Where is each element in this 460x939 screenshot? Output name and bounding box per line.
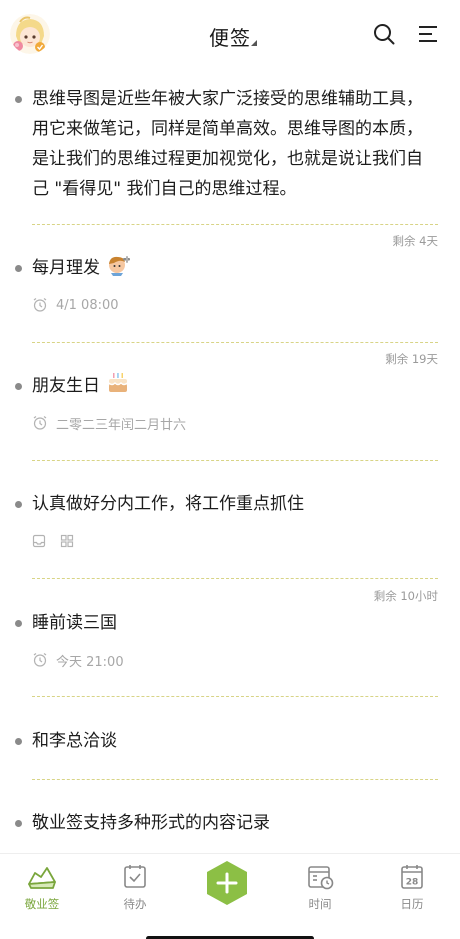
tab-todo[interactable]: 待办 — [100, 864, 170, 912]
caret-down-icon[interactable] — [251, 40, 257, 46]
remaining-badge: 剩余 4天 — [392, 234, 438, 248]
tab-label: 待办 — [123, 897, 147, 911]
grid-icon[interactable] — [60, 534, 74, 548]
remaining-badge: 剩余 10小时 — [373, 589, 438, 603]
app-header: 便签 — [0, 0, 460, 74]
tab-label: 敬业签 — [24, 897, 60, 911]
bottom-tab-bar: 敬业签 待办 时间 28 日历 — [0, 853, 460, 939]
note-text: 每月理发 — [32, 258, 100, 278]
tab-label: 日历 — [400, 897, 424, 911]
calendar-day: 28 — [406, 878, 419, 888]
note-item[interactable]: 朋友生日 二零二三年闰二月廿六 — [0, 371, 460, 433]
note-divider — [32, 578, 438, 579]
note-item[interactable]: 敬业签支持多种形式的内容记录 — [0, 808, 460, 838]
birthday-cake-emoji — [108, 373, 128, 392]
inbox-icon[interactable] — [32, 534, 46, 548]
reminder-row: 二零二三年闰二月廿六 — [32, 413, 436, 433]
search-icon[interactable] — [372, 22, 396, 46]
repeat-alarm-icon — [33, 298, 47, 312]
note-text-wrap: 朋友生日 — [32, 371, 436, 401]
repeat-alarm-icon — [33, 653, 47, 667]
reminder-time: 4/1 08:00 — [56, 297, 119, 313]
add-hexagon-icon[interactable] — [204, 860, 250, 906]
note-text: 思维导图是近些年被大家广泛接受的思维辅助工具，用它来做笔记，同样是简单高效。思维… — [32, 89, 423, 199]
note-home-icon — [28, 867, 56, 889]
note-item[interactable]: 思维导图是近些年被大家广泛接受的思维辅助工具，用它来做笔记，同样是简单高效。思维… — [0, 84, 460, 204]
bullet-dot — [15, 501, 22, 508]
reminder-row: 今天 21:00 — [32, 650, 436, 670]
note-divider — [32, 342, 438, 343]
note-item[interactable]: 每月理发 4/1 08:00 — [0, 253, 460, 315]
bullet-dot — [15, 620, 22, 627]
menu-icon[interactable] — [416, 22, 440, 46]
bullet-dot — [15, 820, 22, 827]
reminder-time: 二零二三年闰二月廿六 — [56, 417, 187, 433]
note-divider — [32, 779, 438, 780]
note-divider — [32, 696, 438, 697]
remaining-badge: 剩余 19天 — [385, 352, 438, 366]
page-title[interactable]: 便签 — [209, 26, 251, 50]
bullet-dot — [15, 383, 22, 390]
calendar-28-icon: 28 — [401, 865, 423, 889]
bullet-dot — [15, 265, 22, 272]
note-text: 认真做好分内工作，将工作重点抓住 — [32, 494, 304, 514]
bullet-dot — [15, 96, 22, 103]
note-item[interactable]: 和李总洽谈 — [0, 726, 460, 756]
reminder-time: 今天 21:00 — [56, 654, 124, 670]
todo-check-icon — [124, 865, 146, 888]
attachment-row — [32, 531, 436, 551]
note-item[interactable]: 睡前读三国 今天 21:00 — [0, 608, 460, 670]
tab-calendar[interactable]: 28 日历 — [377, 864, 447, 912]
tab-home[interactable]: 敬业签 — [7, 864, 77, 912]
note-text: 和李总洽谈 — [32, 731, 117, 751]
note-item[interactable]: 认真做好分内工作，将工作重点抓住 — [0, 489, 460, 551]
reminder-row: 4/1 08:00 — [32, 295, 436, 315]
repeat-alarm-icon — [33, 416, 47, 430]
note-divider — [32, 224, 438, 225]
tab-label: 时间 — [308, 897, 332, 911]
time-calendar-icon — [308, 866, 334, 890]
tab-time[interactable]: 时间 — [285, 864, 355, 912]
barber-emoji — [109, 256, 131, 276]
note-text: 敬业签支持多种形式的内容记录 — [32, 813, 270, 833]
note-text-wrap: 每月理发 — [32, 253, 436, 283]
bullet-dot — [15, 738, 22, 745]
note-divider — [32, 460, 438, 461]
note-text: 朋友生日 — [32, 376, 100, 396]
note-text: 睡前读三国 — [32, 613, 117, 633]
